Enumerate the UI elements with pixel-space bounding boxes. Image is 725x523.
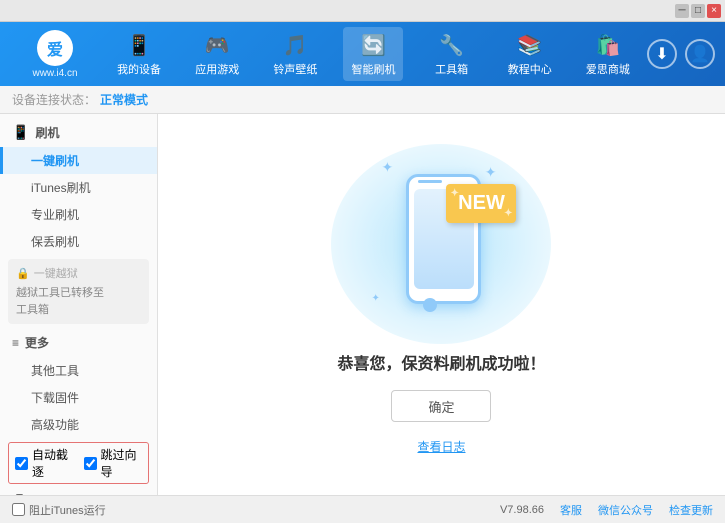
sparkle-2: ✦ [485, 164, 497, 181]
nav-right-btns: ⬇ 👤 [647, 39, 715, 69]
tutorial-icon: 📚 [516, 31, 544, 59]
bottom-right: V7.98.66 客服 微信公众号 检查更新 [500, 502, 713, 518]
phone-speaker [418, 180, 442, 183]
jailbreak-title: 🔒 一键越狱 [16, 265, 141, 281]
skip-wizard-checkbox[interactable]: 跳过向导 [84, 446, 143, 480]
tutorial-label: 教程中心 [508, 61, 552, 77]
support-link[interactable]: 客服 [560, 502, 582, 518]
device-section: 📱 iPhone 12 mini 64GB Down-12mini-13,1 [0, 488, 157, 495]
title-bar: ─ □ × [0, 0, 725, 22]
nav-tutorial[interactable]: 📚 教程中心 [500, 27, 560, 81]
auto-upload-checkbox[interactable]: 自动截逐 [15, 446, 74, 480]
bottom-left: 阻止iTunes运行 [12, 502, 106, 518]
new-badge: NEW [446, 184, 516, 244]
sidebar-item-itunes-flash[interactable]: iTunes刷机 [0, 174, 157, 201]
shop-label: 爱思商城 [586, 61, 630, 77]
maximize-btn[interactable]: □ [691, 4, 705, 18]
ringtone-icon: 🎵 [281, 31, 309, 59]
auto-upload-input[interactable] [15, 457, 28, 470]
bottom-bar: 阻止iTunes运行 V7.98.66 客服 微信公众号 检查更新 [0, 495, 725, 523]
sidebar-item-download-fw[interactable]: 下载固件 [0, 384, 157, 411]
more-section-icon: ≡ [12, 336, 19, 350]
more-section-title: 更多 [25, 334, 49, 351]
apps-icon: 🎮 [203, 31, 231, 59]
status-label: 设备连接状态： [12, 91, 96, 108]
update-link[interactable]: 检查更新 [669, 502, 713, 518]
checkbox-highlight-area: 自动截逐 跳过向导 [8, 442, 149, 484]
ringtone-label: 铃声壁纸 [273, 61, 317, 77]
sidebar-item-save-flash[interactable]: 保丢刷机 [0, 228, 157, 255]
main-layout: 📱 刷机 一键刷机 iTunes刷机 专业刷机 保丢刷机 🔒 一键越狱 越狱工具… [0, 114, 725, 495]
version-label: V7.98.66 [500, 504, 544, 516]
new-ribbon-text: NEW [446, 184, 516, 223]
nav-my-device[interactable]: 📱 我的设备 [109, 27, 169, 81]
device-phone-icon: 📱 [12, 494, 27, 495]
download-nav-btn[interactable]: ⬇ [647, 39, 677, 69]
logo-url: www.i4.cn [32, 68, 77, 79]
apps-label: 应用游戏 [195, 61, 239, 77]
device-name: 📱 iPhone 12 mini [12, 494, 145, 495]
content-area: ✦ ✦ ✦ NEW 恭喜您，保资料刷机成功啦！ 确定 查看日志 [158, 114, 725, 495]
sidebar-item-advanced[interactable]: 高级功能 [0, 411, 157, 438]
skip-wizard-input[interactable] [84, 457, 97, 470]
nav-smart-flash[interactable]: 🔄 智能刷机 [343, 27, 403, 81]
nav-apps-games[interactable]: 🎮 应用游戏 [187, 27, 247, 81]
sparkle-1: ✦ [381, 159, 393, 176]
logo-area[interactable]: 爱 www.i4.cn [10, 30, 100, 79]
my-device-label: 我的设备 [117, 61, 161, 77]
close-btn[interactable]: × [707, 4, 721, 18]
lock-icon: 🔒 [16, 267, 30, 280]
flash-section-header: 📱 刷机 [0, 118, 157, 147]
sidebar-item-other-tools[interactable]: 其他工具 [0, 357, 157, 384]
nav-shop[interactable]: 🛍️ 爱思商城 [578, 27, 638, 81]
auto-upload-label: 自动截逐 [32, 446, 74, 480]
flash-section-icon: 📱 [12, 124, 29, 141]
flash-section-title: 刷机 [35, 124, 59, 141]
phone-illustration: ✦ ✦ ✦ NEW [361, 154, 521, 334]
block-itunes-input[interactable] [12, 503, 25, 516]
nav-toolbox[interactable]: 🔧 工具箱 [422, 27, 482, 81]
sidebar-item-one-click-flash[interactable]: 一键刷机 [0, 147, 157, 174]
sidebar: 📱 刷机 一键刷机 iTunes刷机 专业刷机 保丢刷机 🔒 一键越狱 越狱工具… [0, 114, 158, 495]
sidebar-item-pro-flash[interactable]: 专业刷机 [0, 201, 157, 228]
smart-flash-icon: 🔄 [359, 31, 387, 59]
confirm-button[interactable]: 确定 [391, 390, 491, 422]
nav-items: 📱 我的设备 🎮 应用游戏 🎵 铃声壁纸 🔄 智能刷机 🔧 工具箱 📚 教程中心… [100, 27, 647, 81]
shop-icon: 🛍️ [594, 31, 622, 59]
status-value: 正常模式 [100, 91, 148, 108]
more-section-header: ≡ 更多 [0, 328, 157, 357]
smart-flash-label: 智能刷机 [351, 61, 395, 77]
success-title: 恭喜您，保资料刷机成功啦！ [337, 350, 545, 374]
block-itunes-checkbox[interactable]: 阻止iTunes运行 [12, 502, 106, 518]
toolbox-icon: 🔧 [438, 31, 466, 59]
sparkle-3: ✦ [371, 293, 379, 304]
top-nav: 爱 www.i4.cn 📱 我的设备 🎮 应用游戏 🎵 铃声壁纸 🔄 智能刷机 … [0, 22, 725, 86]
toolbox-label: 工具箱 [435, 61, 468, 77]
back-log-link[interactable]: 查看日志 [417, 438, 465, 455]
nav-ringtone[interactable]: 🎵 铃声壁纸 [265, 27, 325, 81]
block-itunes-label: 阻止iTunes运行 [29, 502, 106, 518]
my-device-icon: 📱 [125, 31, 153, 59]
jailbreak-section: 🔒 一键越狱 越狱工具已转移至工具箱 [8, 259, 149, 324]
jailbreak-hint: 越狱工具已转移至工具箱 [16, 285, 141, 318]
wechat-link[interactable]: 微信公众号 [598, 502, 653, 518]
status-bar: 设备连接状态： 正常模式 [0, 86, 725, 114]
success-content: ✦ ✦ ✦ NEW 恭喜您，保资料刷机成功啦！ 确定 查看日志 [337, 154, 545, 455]
minimize-btn[interactable]: ─ [675, 4, 689, 18]
logo-icon: 爱 [37, 30, 73, 66]
user-nav-btn[interactable]: 👤 [685, 39, 715, 69]
skip-wizard-label: 跳过向导 [101, 446, 143, 480]
